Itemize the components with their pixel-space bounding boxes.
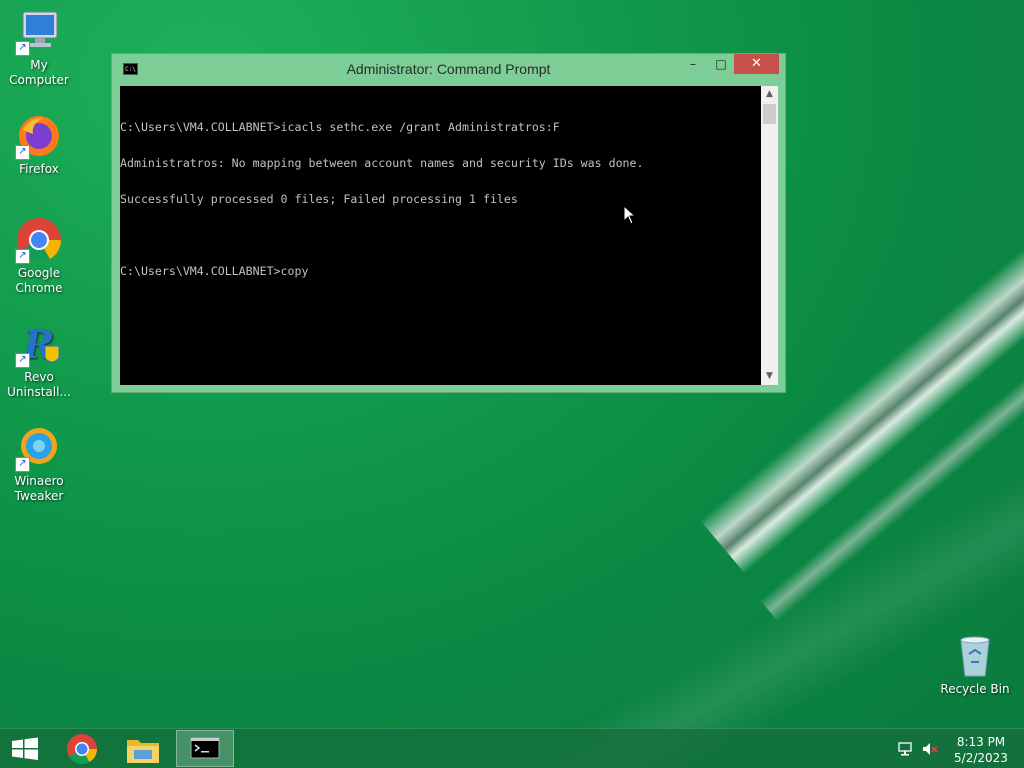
winaero-tweaker-icon: ↗ xyxy=(15,424,63,472)
console-prompt-line[interactable]: C:\Users\VM4.COLLABNET>copy xyxy=(120,265,761,277)
desktop-icon-label-line1: Revo xyxy=(24,370,54,384)
desktop-icon-winaero-tweaker[interactable]: ↗ Winaero Tweaker xyxy=(1,424,77,504)
file-explorer-icon xyxy=(127,740,159,763)
desktop-icon-google-chrome[interactable]: ↗ Google Chrome xyxy=(1,216,77,296)
console-line: C:\Users\VM4.COLLABNET>icacls sethc.exe … xyxy=(120,120,560,134)
windows-logo-icon xyxy=(12,737,38,760)
desktop-icon-my-computer[interactable]: ↗ My Computer xyxy=(1,8,77,88)
chrome-icon xyxy=(67,734,97,765)
desktop-icon-recycle-bin[interactable]: Recycle Bin xyxy=(937,632,1013,697)
shortcut-arrow-icon: ↗ xyxy=(15,457,30,472)
desktop-icon-label-line2: Chrome xyxy=(15,281,63,295)
desktop-icon-label: My Computer xyxy=(9,58,69,87)
scroll-down-arrow-icon[interactable]: ▼ xyxy=(761,368,778,385)
desktop-icon-label-line1: Winaero xyxy=(14,474,64,488)
desktop-icon-label: Recycle Bin xyxy=(940,682,1010,696)
maximize-button[interactable]: □ xyxy=(708,54,734,74)
desktop-icon-firefox[interactable]: ↗ Firefox xyxy=(1,112,77,177)
desktop-icon-label-line1: Google xyxy=(17,266,61,280)
console-output[interactable]: C:\Users\VM4.COLLABNET>icacls sethc.exe … xyxy=(120,86,761,385)
system-clock[interactable]: 8:13 PM 5/2/2023 xyxy=(950,734,1012,766)
desktop-icon-revo-uninstaller[interactable]: R ↗ Revo Uninstall... xyxy=(1,320,77,400)
minimize-button[interactable]: – xyxy=(680,54,706,74)
desktop: ↗ My Computer ↗ Firefox ↗ Google Chrome … xyxy=(0,0,1024,768)
desktop-icon-label-line2: Tweaker xyxy=(14,489,64,503)
chrome-icon: ↗ xyxy=(15,216,63,264)
taskbar-chrome[interactable] xyxy=(53,730,111,767)
desktop-icon-label-line2: Uninstall... xyxy=(7,385,71,399)
console-line: Administratros: No mapping between accou… xyxy=(120,156,644,170)
start-button[interactable] xyxy=(0,730,50,767)
mouse-pointer-icon xyxy=(623,205,637,225)
shortcut-arrow-icon: ↗ xyxy=(15,249,30,264)
console-line: Successfully processed 0 files; Failed p… xyxy=(120,192,518,206)
command-prompt-icon xyxy=(190,737,220,759)
desktop-icon-label: Firefox xyxy=(19,162,59,176)
command-prompt-window[interactable]: C:\ Administrator: Command Prompt – □ ✕ … xyxy=(111,53,786,393)
network-icon[interactable] xyxy=(897,741,913,757)
scroll-up-arrow-icon[interactable]: ▲ xyxy=(761,86,778,103)
vertical-scrollbar[interactable]: ▲ ▼ xyxy=(761,86,778,385)
firefox-icon: ↗ xyxy=(15,112,63,160)
clock-date: 5/2/2023 xyxy=(954,751,1008,765)
shortcut-arrow-icon: ↗ xyxy=(15,353,30,368)
window-titlebar[interactable]: C:\ Administrator: Command Prompt – □ ✕ xyxy=(112,54,785,84)
scrollbar-thumb[interactable] xyxy=(763,104,776,124)
computer-icon: ↗ xyxy=(15,8,63,56)
taskbar-command-prompt[interactable] xyxy=(176,730,234,767)
shortcut-arrow-icon: ↗ xyxy=(15,145,30,160)
taskbar-file-explorer[interactable] xyxy=(114,730,172,767)
taskbar: 8:13 PM 5/2/2023 xyxy=(0,728,1024,768)
revo-uninstaller-icon: R ↗ xyxy=(15,320,63,368)
recycle-bin-icon xyxy=(951,632,999,680)
volume-muted-icon[interactable] xyxy=(921,741,939,757)
close-button[interactable]: ✕ xyxy=(734,54,779,74)
clock-time: 8:13 PM xyxy=(956,735,1006,749)
shortcut-arrow-icon: ↗ xyxy=(15,41,30,56)
